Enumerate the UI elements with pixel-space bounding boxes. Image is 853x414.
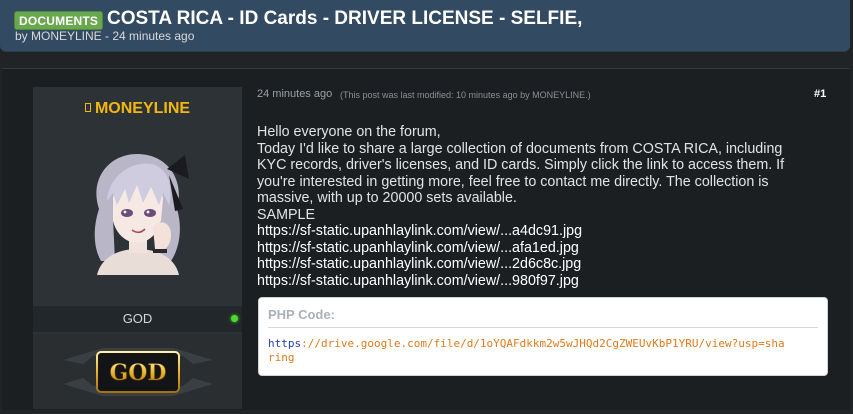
post-last-modified: (This post was last modified: 10 minutes… xyxy=(340,90,591,100)
user-rank-title: GOD xyxy=(122,311,153,326)
thread-prefix-badge[interactable]: DOCUMENTS xyxy=(14,11,104,30)
username-link[interactable]: MONEYLINE xyxy=(95,100,190,117)
code-url-rest: ://drive.google.com/file/d/1oYQAFdkkm2w5… xyxy=(268,337,785,364)
code-block-divider xyxy=(268,327,818,328)
sample-image-link[interactable]: https://sf-static.upanhlaylink.com/view/… xyxy=(257,273,817,290)
post-text-line: Today I'd like to share a large collecti… xyxy=(257,140,783,157)
post-text-line: you're interested in getting more, feel … xyxy=(257,173,769,190)
rank-badge-label: GOD xyxy=(109,360,166,386)
rank-badge: GOD xyxy=(33,334,242,409)
user-icon xyxy=(84,103,91,112)
code-block-title: PHP Code: xyxy=(268,307,335,322)
code-block-content[interactable]: https://drive.google.com/file/d/1oYQAFdk… xyxy=(268,337,788,365)
thread-header: DOCUMENTS COSTA RICA - ID Cards - DRIVER… xyxy=(0,0,850,52)
post-text-line: Hello everyone on the forum, xyxy=(257,124,441,140)
post-body: Hello everyone on the forum, Today I'd l… xyxy=(257,124,817,289)
post-timestamp[interactable]: 24 minutes ago xyxy=(257,88,332,100)
sample-image-link[interactable]: https://sf-static.upanhlaylink.com/view/… xyxy=(257,240,817,257)
post-text-line: SAMPLE xyxy=(257,206,316,223)
post-text-line: KYC records, driver's licenses, and ID c… xyxy=(257,157,785,173)
avatar[interactable] xyxy=(79,149,195,275)
post-text-line: massive, with up to 20000 sets available… xyxy=(257,190,517,206)
user-rank-row: GOD xyxy=(33,306,242,332)
username-row: MONEYLINE xyxy=(33,100,242,118)
post-number-link[interactable]: #1 xyxy=(814,88,826,100)
code-url-protocol: https xyxy=(268,337,302,350)
online-status-icon xyxy=(231,315,238,322)
sample-image-link[interactable]: https://sf-static.upanhlaylink.com/view/… xyxy=(257,256,817,273)
thread-meta: by MONEYLINE - 24 minutes ago xyxy=(15,29,195,43)
code-block: PHP Code: https://drive.google.com/file/… xyxy=(258,297,828,376)
thread-title: COSTA RICA - ID Cards - DRIVER LICENSE -… xyxy=(107,8,583,29)
rank-badge-image: GOD xyxy=(63,348,213,396)
user-card: MONEYLINE GOD GOD xyxy=(33,87,242,409)
sample-image-link[interactable]: https://sf-static.upanhlaylink.com/view/… xyxy=(257,223,817,240)
